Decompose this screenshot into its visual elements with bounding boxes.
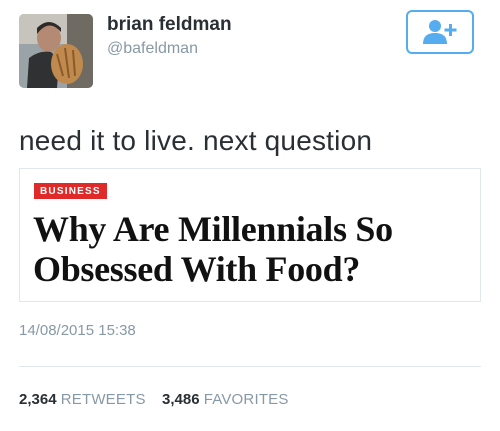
tweet-text: need it to live. next question	[19, 125, 373, 156]
follow-button[interactable]	[406, 10, 474, 54]
retweets-count[interactable]: 2,364	[19, 391, 57, 408]
favorites-label[interactable]: FAVORITES	[204, 391, 289, 408]
avatar[interactable]	[19, 14, 93, 88]
card-category-label: BUSINESS	[34, 183, 107, 199]
favorites-count[interactable]: 3,486	[162, 391, 200, 408]
user-name[interactable]: brian feldman	[107, 14, 232, 36]
user-handle[interactable]: @bafeldman	[107, 40, 198, 58]
retweets-label[interactable]: RETWEETS	[61, 391, 146, 408]
link-card[interactable]: BUSINESS Why Are Millennials So Obsessed…	[19, 168, 481, 302]
card-headline[interactable]: Why Are Millennials So Obsessed With Foo…	[33, 209, 470, 289]
add-user-icon	[423, 20, 457, 44]
avatar-photo	[19, 14, 93, 88]
tweet-timestamp[interactable]: 14/08/2015 15:38	[19, 322, 136, 339]
divider	[19, 366, 481, 367]
tweet-stats: 2,364 RETWEETS 3,486 FAVORITES	[19, 391, 289, 408]
